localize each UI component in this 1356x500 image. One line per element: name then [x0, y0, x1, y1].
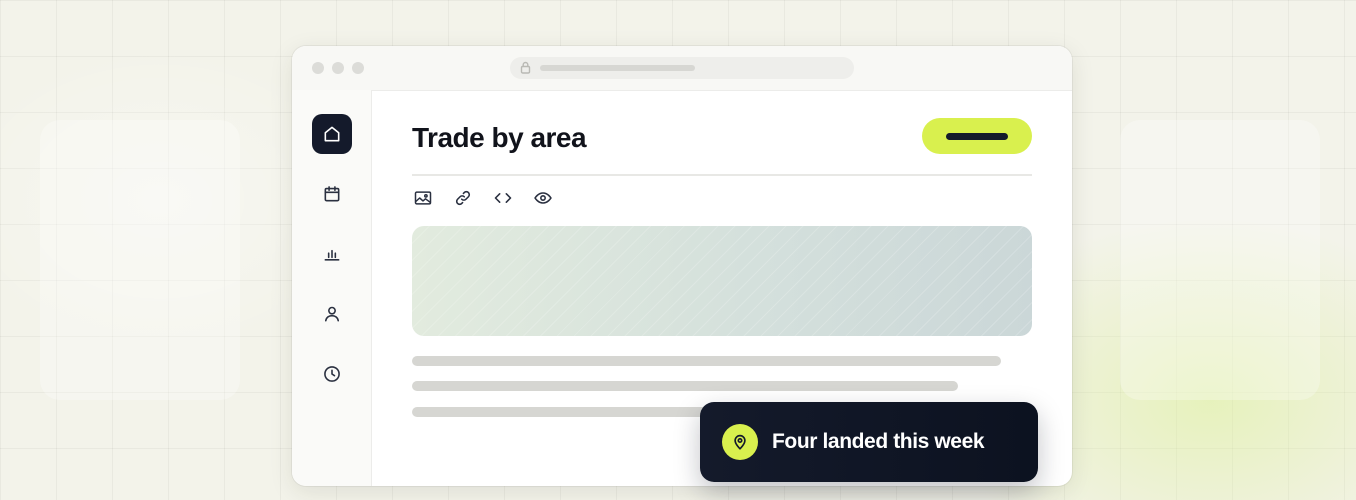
sidebar-item-analytics[interactable] [312, 234, 352, 274]
text-placeholder-line [412, 407, 712, 417]
user-icon [324, 306, 340, 322]
window-maximize-dot[interactable] [352, 62, 364, 74]
sidebar-item-profile[interactable] [312, 294, 352, 334]
toast-message: Four landed this week [772, 430, 985, 453]
clock-icon [324, 366, 340, 382]
preview-button[interactable] [531, 186, 555, 210]
toast-badge [722, 424, 758, 460]
code-icon [494, 193, 512, 203]
calendar-icon [324, 186, 340, 202]
ghost-card-right [1120, 120, 1320, 400]
window-minimize-dot[interactable] [332, 62, 344, 74]
home-icon [324, 126, 340, 142]
eye-icon [534, 192, 552, 204]
sidebar-item-home[interactable] [312, 114, 352, 154]
map-pin-icon [734, 434, 746, 450]
address-placeholder-line [540, 65, 695, 71]
page-title: Trade by area [412, 122, 587, 153]
lock-icon [520, 61, 531, 79]
link-icon [455, 190, 471, 206]
window-titlebar [292, 46, 1072, 91]
notification-toast[interactable]: Four landed this week [700, 402, 1038, 482]
title-divider [412, 174, 1032, 176]
image-icon [414, 191, 432, 205]
primary-action-button[interactable] [922, 118, 1032, 154]
text-placeholder-line [412, 356, 1001, 366]
insert-link-button[interactable] [451, 186, 475, 210]
insert-image-button[interactable] [411, 186, 435, 210]
sidebar-item-history[interactable] [312, 354, 352, 394]
address-bar[interactable] [510, 57, 854, 79]
bar-chart-icon [324, 249, 340, 261]
sidebar [292, 90, 372, 486]
window-close-dot[interactable] [312, 62, 324, 74]
button-label-placeholder [946, 132, 1008, 140]
sidebar-item-calendar[interactable] [312, 174, 352, 214]
insert-code-button[interactable] [491, 186, 515, 210]
text-placeholder-line [412, 381, 958, 391]
ghost-card-left [40, 120, 240, 400]
media-banner [412, 226, 1032, 336]
